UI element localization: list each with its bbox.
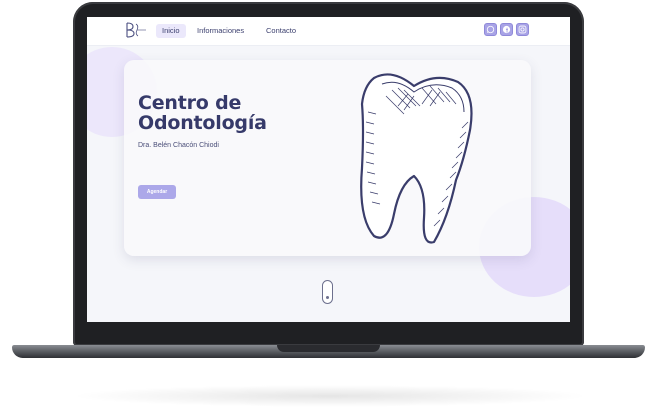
page-title: Centro de Odontología: [138, 93, 338, 133]
tooth-illustration-icon: [360, 73, 473, 244]
title-line-1: Centro de: [138, 92, 242, 114]
laptop-notch: [277, 345, 380, 352]
scroll-indicator-icon[interactable]: [322, 280, 333, 304]
nav-link-inicio[interactable]: Inicio: [156, 24, 186, 38]
logo-icon[interactable]: [123, 21, 147, 39]
whatsapp-icon[interactable]: [484, 23, 497, 36]
facebook-icon[interactable]: [500, 23, 513, 36]
title-line-2: Odontología: [138, 112, 267, 134]
laptop-screen: Inicio Informaciones Contacto Centro de …: [87, 17, 570, 322]
laptop-shadow: [70, 385, 590, 407]
agendar-button[interactable]: Agendar: [138, 185, 176, 199]
top-navigation: Inicio Informaciones Contacto: [87, 17, 570, 46]
hero-card: Centro de Odontología Dra. Belén Chacón …: [124, 60, 531, 256]
nav-link-informaciones[interactable]: Informaciones: [191, 24, 250, 38]
instagram-icon[interactable]: [516, 23, 529, 36]
doctor-name: Dra. Belén Chacón Chiodi: [138, 142, 219, 149]
scroll-dot: [326, 296, 329, 299]
nav-link-contacto[interactable]: Contacto: [260, 24, 302, 38]
